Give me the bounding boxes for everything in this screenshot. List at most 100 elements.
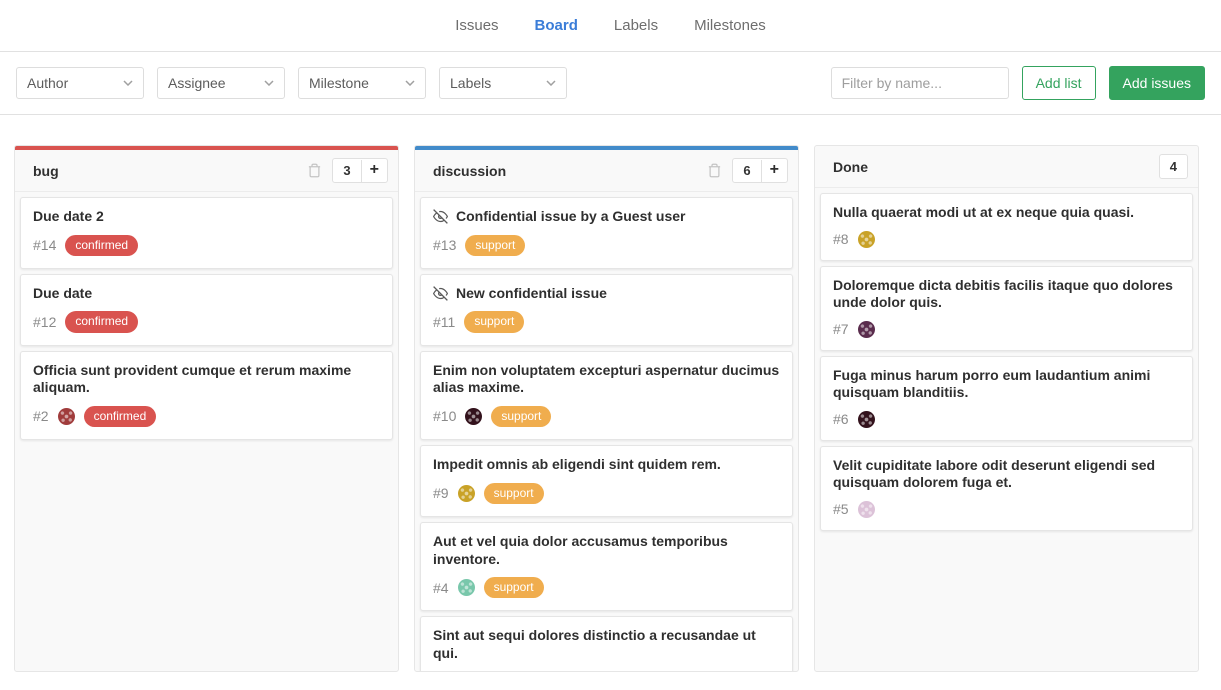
- issue-title: Nulla quaerat modi ut at ex neque quia q…: [833, 204, 1180, 222]
- issue-id: #11: [433, 314, 455, 330]
- assignee-avatar[interactable]: [458, 485, 475, 502]
- label-badge[interactable]: confirmed: [65, 311, 138, 332]
- issue-id: #9: [433, 485, 449, 501]
- issue-title: Sint aut sequi dolores distinctio a recu…: [433, 627, 780, 662]
- label-badge[interactable]: confirmed: [65, 235, 138, 256]
- assignee-avatar[interactable]: [458, 579, 475, 596]
- board-list-bug: bug 3 + Due date 2 #14 confirmed D: [14, 145, 399, 672]
- issue-title: Enim non voluptatem excepturi aspernatur…: [433, 362, 780, 397]
- add-list-button[interactable]: Add list: [1022, 66, 1096, 100]
- assignee-avatar[interactable]: [858, 501, 875, 518]
- chevron-down-icon: [264, 80, 274, 86]
- list-cards: Due date 2 #14 confirmed Due date #12 co…: [15, 192, 398, 671]
- label-badge[interactable]: support: [464, 311, 524, 332]
- issue-card[interactable]: Impedit omnis ab eligendi sint quidem re…: [420, 445, 793, 517]
- labels-dropdown-label: Labels: [450, 75, 491, 91]
- issue-id: #10: [433, 408, 456, 424]
- list-title: bug: [25, 163, 59, 179]
- label-badge[interactable]: support: [491, 406, 551, 427]
- list-count-group: 6 +: [732, 158, 788, 183]
- issue-card[interactable]: Aut et vel quia dolor accusamus temporib…: [420, 522, 793, 611]
- label-badge[interactable]: support: [484, 483, 544, 504]
- issue-id: #5: [833, 501, 849, 517]
- project-tabs: Issues Board Labels Milestones: [0, 0, 1221, 52]
- issue-id: #6: [833, 411, 849, 427]
- issue-card[interactable]: Officia sunt provident cumque et rerum m…: [20, 351, 393, 440]
- board-filter-bar: Author Assignee Milestone Labels Add lis…: [0, 52, 1221, 115]
- board-list-discussion: discussion 6 + Confidential issue by a G…: [414, 145, 799, 672]
- issue-card[interactable]: Nulla quaerat modi ut at ex neque quia q…: [820, 193, 1193, 261]
- issue-count-badge: 6: [733, 159, 760, 182]
- issue-title: Confidential issue by a Guest user: [433, 208, 780, 226]
- confidential-icon: [433, 209, 448, 224]
- issue-card[interactable]: Confidential issue by a Guest user #13 s…: [420, 197, 793, 269]
- assignee-avatar[interactable]: [465, 408, 482, 425]
- list-count-group: 3 +: [332, 158, 388, 183]
- filter-by-name-input[interactable]: [831, 67, 1009, 99]
- chevron-down-icon: [405, 80, 415, 86]
- issue-title: Fuga minus harum porro eum laudantium an…: [833, 367, 1180, 402]
- trash-icon: [307, 163, 322, 178]
- issue-card[interactable]: Fuga minus harum porro eum laudantium an…: [820, 356, 1193, 441]
- issue-id: #13: [433, 237, 456, 253]
- tab-issues[interactable]: Issues: [449, 13, 504, 38]
- assignee-avatar[interactable]: [858, 231, 875, 248]
- list-title: discussion: [425, 163, 506, 179]
- assignee-avatar[interactable]: [858, 411, 875, 428]
- issue-card[interactable]: Velit cupiditate labore odit deserunt el…: [820, 446, 1193, 531]
- author-dropdown[interactable]: Author: [16, 67, 144, 99]
- delete-list-button[interactable]: [707, 163, 722, 178]
- label-badge[interactable]: support: [484, 577, 544, 598]
- issue-title: Officia sunt provident cumque et rerum m…: [33, 362, 380, 397]
- tab-milestones[interactable]: Milestones: [688, 13, 772, 38]
- labels-dropdown[interactable]: Labels: [439, 67, 567, 99]
- assignee-dropdown[interactable]: Assignee: [157, 67, 285, 99]
- list-header: bug 3 +: [15, 150, 398, 192]
- chevron-down-icon: [546, 80, 556, 86]
- issue-card[interactable]: Enim non voluptatem excepturi aspernatur…: [420, 351, 793, 440]
- tab-board[interactable]: Board: [529, 13, 584, 38]
- chevron-down-icon: [123, 80, 133, 86]
- label-badge[interactable]: support: [465, 235, 525, 256]
- add-issues-button[interactable]: Add issues: [1109, 66, 1205, 100]
- issue-card[interactable]: New confidential issue #11 support: [420, 274, 793, 346]
- label-badge[interactable]: confirmed: [84, 406, 157, 427]
- issue-board: bug 3 + Due date 2 #14 confirmed D: [0, 115, 1221, 689]
- issue-id: #12: [33, 314, 56, 330]
- board-list-done: Done 4 Nulla quaerat modi ut at ex neque…: [814, 145, 1199, 672]
- trash-icon: [707, 163, 722, 178]
- issue-title: Aut et vel quia dolor accusamus temporib…: [433, 533, 780, 568]
- issue-id: #7: [833, 321, 849, 337]
- list-header: Done 4: [815, 146, 1198, 188]
- issue-card[interactable]: Doloremque dicta debitis facilis itaque …: [820, 266, 1193, 351]
- tab-labels[interactable]: Labels: [608, 13, 664, 38]
- issue-title: Due date: [33, 285, 380, 303]
- assignee-dropdown-label: Assignee: [168, 75, 226, 91]
- delete-list-button[interactable]: [307, 163, 322, 178]
- issue-card[interactable]: Sint aut sequi dolores distinctio a recu…: [420, 616, 793, 671]
- issue-title: New confidential issue: [433, 285, 780, 303]
- add-issue-to-list-button[interactable]: +: [761, 160, 787, 182]
- issue-id: #2: [33, 408, 49, 424]
- assignee-avatar[interactable]: [858, 321, 875, 338]
- issue-id: #4: [433, 580, 449, 596]
- issue-title: Doloremque dicta debitis facilis itaque …: [833, 277, 1180, 312]
- list-header: discussion 6 +: [415, 150, 798, 192]
- milestone-dropdown[interactable]: Milestone: [298, 67, 426, 99]
- issue-card[interactable]: Due date #12 confirmed: [20, 274, 393, 346]
- list-cards: Nulla quaerat modi ut at ex neque quia q…: [815, 188, 1198, 671]
- issue-id: #14: [33, 237, 56, 253]
- list-count-group: 4: [1159, 154, 1188, 179]
- confidential-icon: [433, 286, 448, 301]
- issue-count-badge: 4: [1160, 155, 1187, 178]
- add-issue-to-list-button[interactable]: +: [361, 160, 387, 182]
- issue-id: #8: [833, 231, 849, 247]
- author-dropdown-label: Author: [27, 75, 68, 91]
- issue-title: Velit cupiditate labore odit deserunt el…: [833, 457, 1180, 492]
- list-cards: Confidential issue by a Guest user #13 s…: [415, 192, 798, 671]
- assignee-avatar[interactable]: [58, 408, 75, 425]
- milestone-dropdown-label: Milestone: [309, 75, 369, 91]
- list-title: Done: [825, 159, 868, 175]
- issue-card[interactable]: Due date 2 #14 confirmed: [20, 197, 393, 269]
- issue-count-badge: 3: [333, 159, 360, 182]
